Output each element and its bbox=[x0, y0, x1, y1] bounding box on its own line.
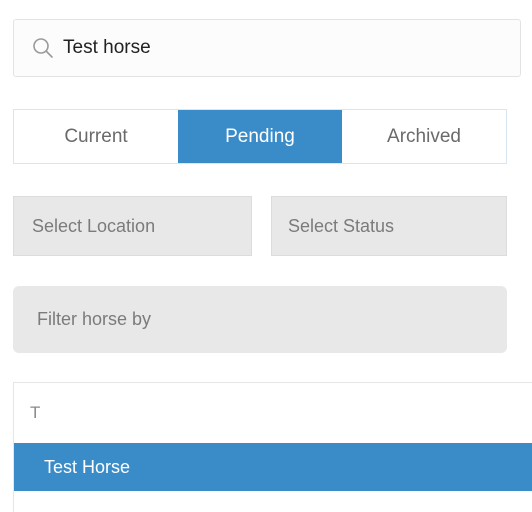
status-tabs: Current Pending Archived bbox=[13, 109, 507, 164]
tab-current[interactable]: Current bbox=[14, 110, 178, 163]
location-select[interactable]: Select Location bbox=[13, 196, 252, 256]
list-group-header: T bbox=[14, 383, 532, 443]
search-icon bbox=[31, 36, 55, 60]
status-select[interactable]: Select Status bbox=[271, 196, 507, 256]
horse-search-panel: Test horse Current Pending Archived Sele… bbox=[0, 0, 532, 512]
search-input[interactable]: Test horse bbox=[13, 19, 521, 77]
tab-pending[interactable]: Pending bbox=[178, 110, 342, 163]
search-value: Test horse bbox=[63, 37, 151, 58]
horse-results-list: T Test Horse bbox=[13, 382, 532, 512]
list-item[interactable]: Test Horse bbox=[14, 443, 532, 491]
filter-horse-input[interactable]: Filter horse by bbox=[13, 286, 507, 353]
tab-archived[interactable]: Archived bbox=[342, 110, 506, 163]
